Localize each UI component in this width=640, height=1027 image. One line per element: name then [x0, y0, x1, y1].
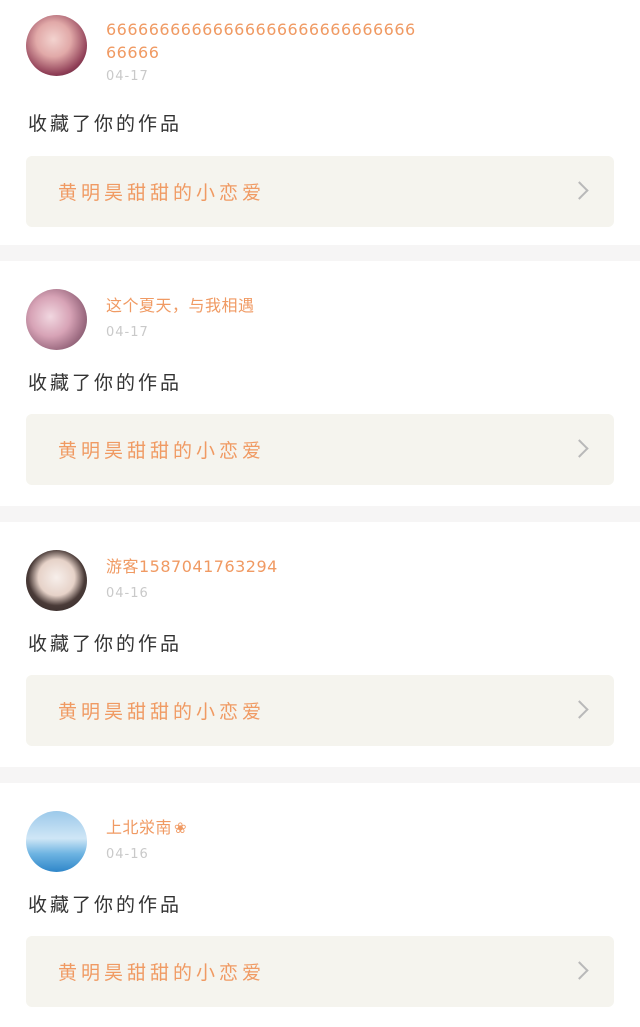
work-card[interactable]: 黄明昊甜甜的小恋爱 [26, 675, 614, 746]
flower-icon: ❀ [174, 819, 188, 837]
username-link[interactable]: 游客1587041763294 [106, 555, 426, 578]
notification-card: 这个夏天，与我相遇 04-17 收藏了你的作品 黄明昊甜甜的小恋爱 [0, 261, 640, 506]
work-card[interactable]: 黄明昊甜甜的小恋爱 [26, 414, 614, 485]
chevron-right-icon [570, 961, 589, 980]
username-link[interactable]: 6666666666666666666666666666666666 [106, 18, 426, 64]
user-avatar[interactable] [26, 289, 87, 350]
chevron-right-icon [570, 439, 589, 458]
chevron-right-icon [570, 181, 589, 200]
notification-feed: 6666666666666666666666666666666666 04-17… [0, 0, 640, 1027]
work-title: 黄明昊甜甜的小恋爱 [58, 440, 266, 462]
username-link[interactable]: 上北泶南 ❀ [106, 816, 426, 840]
work-title: 黄明昊甜甜的小恋爱 [58, 962, 266, 984]
timestamp: 04-16 [106, 586, 149, 601]
username-text: 上北泶南 [106, 818, 173, 837]
user-avatar[interactable] [26, 550, 87, 611]
action-text: 收藏了你的作品 [28, 633, 183, 655]
timestamp: 04-17 [106, 325, 149, 340]
card-separator [0, 767, 640, 783]
user-avatar[interactable] [26, 15, 87, 76]
work-title: 黄明昊甜甜的小恋爱 [58, 182, 266, 204]
action-text: 收藏了你的作品 [28, 113, 183, 135]
timestamp: 04-17 [106, 69, 149, 84]
timestamp: 04-16 [106, 847, 149, 862]
work-title: 黄明昊甜甜的小恋爱 [58, 701, 266, 723]
card-separator [0, 506, 640, 522]
notification-card: 上北泶南 ❀ 04-16 收藏了你的作品 黄明昊甜甜的小恋爱 [0, 783, 640, 1027]
user-avatar[interactable] [26, 811, 87, 872]
card-separator [0, 245, 640, 261]
work-card[interactable]: 黄明昊甜甜的小恋爱 [26, 936, 614, 1007]
chevron-right-icon [570, 700, 589, 719]
notification-card: 6666666666666666666666666666666666 04-17… [0, 0, 640, 245]
notification-card: 游客1587041763294 04-16 收藏了你的作品 黄明昊甜甜的小恋爱 [0, 522, 640, 767]
action-text: 收藏了你的作品 [28, 894, 183, 916]
action-text: 收藏了你的作品 [28, 372, 183, 394]
username-link[interactable]: 这个夏天，与我相遇 [106, 294, 426, 317]
work-card[interactable]: 黄明昊甜甜的小恋爱 [26, 156, 614, 227]
